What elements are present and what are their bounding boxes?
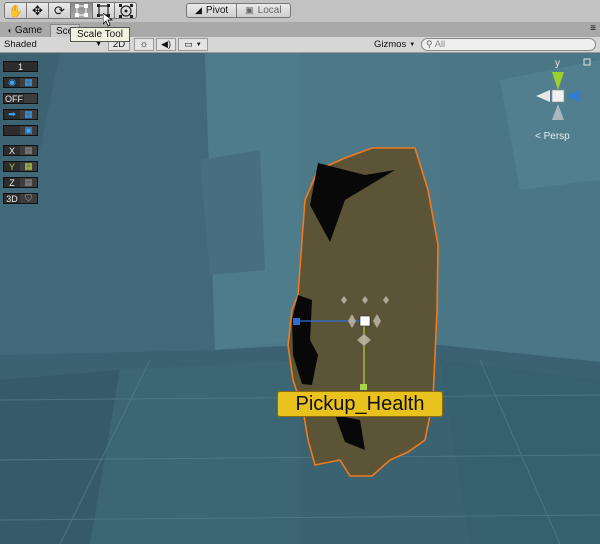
y-axis-toggle[interactable]: Y ▦ bbox=[3, 161, 38, 172]
gizmos-dropdown[interactable]: Gizmos ▼ bbox=[374, 38, 416, 51]
tab-game[interactable]: ◖ Game bbox=[2, 24, 47, 37]
move-tool-button[interactable]: ✥ bbox=[26, 2, 49, 19]
z-axis-toggle[interactable]: Z ▦ bbox=[3, 177, 38, 188]
mouse-cursor-icon bbox=[103, 13, 113, 27]
eye-icon: ◉ bbox=[8, 77, 16, 87]
chevron-down-icon: ▼ bbox=[95, 41, 102, 48]
pivot-icon: ◢ bbox=[195, 5, 202, 15]
hand-tool-button[interactable]: ✋ bbox=[4, 2, 27, 19]
search-placeholder: All bbox=[434, 39, 446, 50]
direction-toggle[interactable]: ➡ ▦ bbox=[3, 109, 38, 120]
grid-icon: ▦ bbox=[20, 109, 37, 119]
lighting-toggle[interactable]: ☼ bbox=[134, 38, 154, 51]
pivot-toggle-group: ◢ Pivot ▣ Local bbox=[186, 3, 291, 18]
three-d-label: 3D bbox=[6, 193, 18, 204]
rotate-tool-button[interactable]: ⟳ bbox=[48, 2, 71, 19]
projection-toggle[interactable]: < Persp bbox=[535, 131, 570, 142]
off-toggle[interactable]: OFF bbox=[3, 93, 38, 104]
x-axis-label: X bbox=[8, 145, 15, 156]
scale-handle-z bbox=[293, 318, 300, 325]
layer-count-field[interactable]: 1 bbox=[3, 61, 38, 72]
y-axis-label: Y bbox=[8, 161, 15, 172]
speaker-icon: ◀) bbox=[161, 39, 171, 49]
audio-toggle[interactable]: ◀) bbox=[156, 38, 176, 51]
three-d-toggle[interactable]: 3D ⛉ bbox=[3, 193, 38, 204]
projection-label: Persp bbox=[543, 131, 570, 142]
grid-icon: ▦ bbox=[20, 145, 37, 155]
tab-game-label: Game bbox=[14, 25, 43, 36]
main-toolbar: ✋ ✥ ⟳ ◢ Pivot ▣ Local bbox=[0, 0, 600, 23]
object-name-text: Pickup_Health bbox=[295, 392, 425, 415]
transform-icon bbox=[118, 3, 133, 18]
transform-tool-button[interactable] bbox=[114, 2, 137, 19]
arrow-right-icon: ➡ bbox=[8, 109, 16, 119]
x-axis-toggle[interactable]: X ▦ bbox=[3, 145, 38, 156]
scale-handle-y bbox=[360, 384, 367, 390]
visibility-toggle[interactable]: ◉ ▦ bbox=[3, 77, 38, 88]
scale-handle-center bbox=[359, 315, 371, 327]
lock-icon: ▣ bbox=[20, 125, 37, 135]
shield-icon: ⛉ bbox=[20, 193, 37, 203]
pivot-button[interactable]: ◢ Pivot bbox=[186, 3, 238, 18]
transform-tools: ✋ ✥ ⟳ bbox=[4, 2, 137, 19]
grid-icon: ▦ bbox=[20, 161, 37, 171]
lock-toggle[interactable]: ▣ bbox=[3, 125, 38, 136]
off-label: OFF bbox=[5, 93, 23, 104]
local-icon: ▣ bbox=[245, 5, 254, 15]
search-icon: ⚲ bbox=[426, 39, 433, 49]
tooltip-text: Scale Tool bbox=[77, 29, 123, 40]
rotate-icon: ⟳ bbox=[54, 2, 65, 18]
hand-icon: ✋ bbox=[8, 3, 23, 18]
chevron-down-icon: ▼ bbox=[195, 41, 202, 48]
grid-icon: ▦ bbox=[20, 77, 37, 87]
panel-menu-icon[interactable]: ≡ bbox=[590, 23, 596, 34]
shading-mode-label: Shaded bbox=[4, 39, 37, 50]
move-arrows-icon: ✥ bbox=[32, 2, 43, 18]
axis-center-cube bbox=[551, 89, 565, 103]
local-label: Local bbox=[257, 5, 282, 16]
search-input[interactable]: ⚲ All bbox=[421, 38, 596, 51]
pivot-label: Pivot bbox=[205, 5, 229, 16]
perspective-icon: < bbox=[535, 131, 541, 142]
scale-tool-button[interactable] bbox=[70, 2, 93, 19]
z-axis-label: Z bbox=[9, 177, 15, 188]
image-icon: ▭ bbox=[184, 39, 193, 49]
axis-y-label: y bbox=[555, 58, 560, 69]
grid-icon: ▦ bbox=[20, 177, 37, 187]
object-name-label: Pickup_Health bbox=[277, 391, 443, 417]
gizmos-label: Gizmos bbox=[374, 39, 407, 50]
scene-viewport[interactable] bbox=[0, 0, 600, 544]
pickup-health-object bbox=[287, 147, 439, 477]
local-button[interactable]: ▣ Local bbox=[237, 3, 291, 18]
chevron-down-icon: ▼ bbox=[409, 41, 416, 48]
game-icon: ◖ bbox=[7, 26, 12, 35]
tooltip: Scale Tool bbox=[70, 27, 130, 42]
effects-dropdown[interactable]: ▭ ▼ bbox=[178, 38, 208, 51]
layer-count-value: 1 bbox=[17, 61, 23, 72]
scale-icon bbox=[75, 4, 88, 17]
sun-icon: ☼ bbox=[139, 39, 149, 50]
